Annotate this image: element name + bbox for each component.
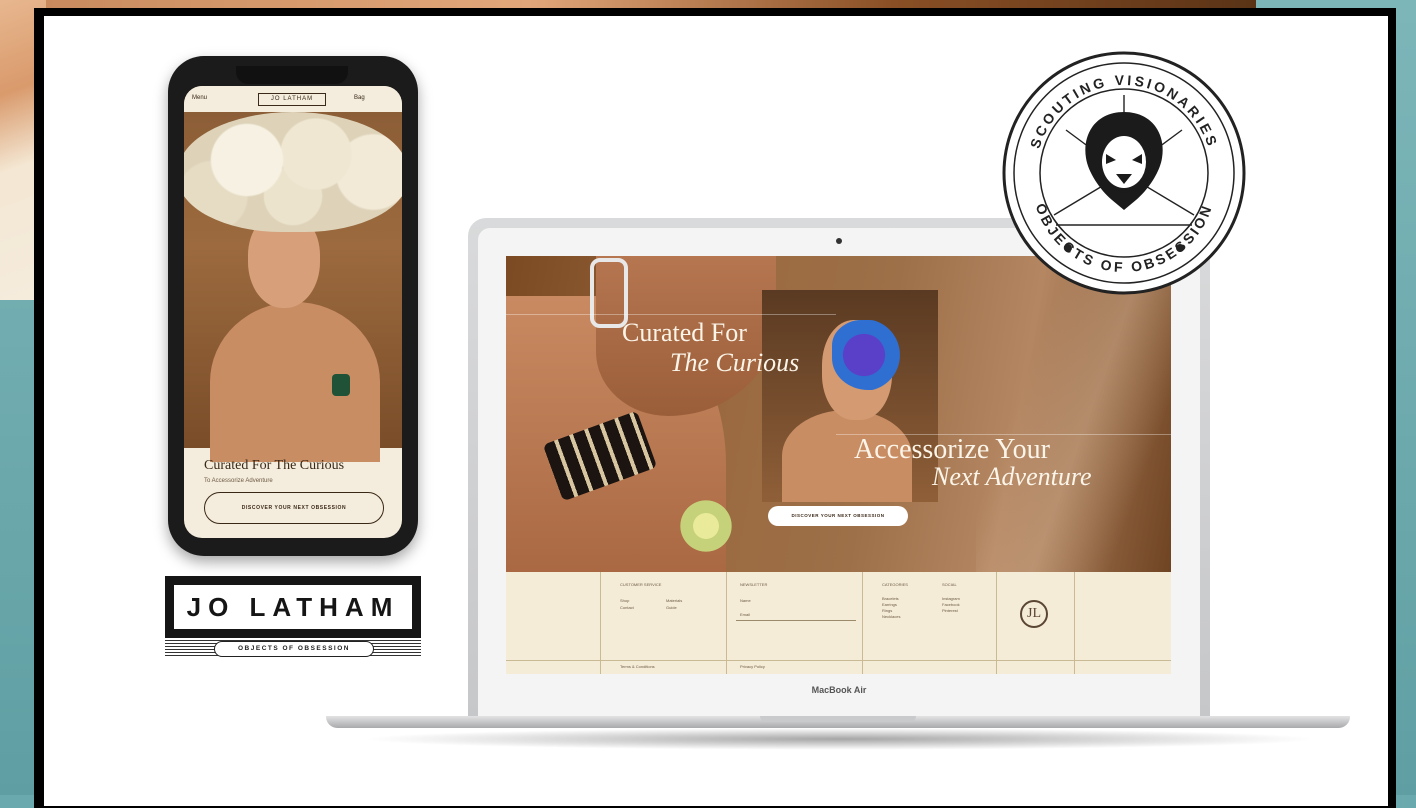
brand-logo-inner: JO LATHAM	[174, 585, 412, 629]
hero-inset-photo	[762, 290, 938, 502]
footer-link[interactable]: Earrings	[882, 602, 897, 607]
footer-terms-link[interactable]: Terms & Conditions	[620, 664, 655, 669]
light-beam	[976, 256, 1171, 572]
brand-logo: JO LATHAM	[165, 576, 421, 638]
footer-link[interactable]: Contact	[620, 605, 634, 610]
phone-title: Curated For The Curious	[204, 458, 345, 473]
footer-link[interactable]: Instagram	[942, 596, 960, 601]
hero-headline-1-italic: The Curious	[670, 348, 800, 377]
hero-cta-button[interactable]: DISCOVER YOUR NEXT OBSESSION	[768, 506, 908, 526]
phone-subtitle: To Accessorize Adventure	[204, 478, 273, 484]
newsletter-label: Name	[740, 598, 751, 603]
seal-dot	[1064, 244, 1072, 252]
hero-headline-1: Curated For	[622, 318, 747, 347]
model-shoulders	[210, 302, 380, 462]
phone-menu-link[interactable]: Menu	[192, 95, 207, 101]
footer-col4-heading: SOCIAL	[942, 582, 957, 587]
phone-notch	[236, 66, 348, 84]
footer-link[interactable]: Pinterest	[942, 608, 958, 613]
footer-link[interactable]: Necklaces	[882, 614, 900, 619]
hero-banner: Curated For The Curious Accessorize Your…	[506, 256, 1171, 576]
laptop-notch	[760, 716, 916, 722]
inset-blue-flower	[832, 320, 912, 390]
phone-cta-button[interactable]: DISCOVER YOUR NEXT OBSESSION	[204, 492, 384, 524]
phone-logo[interactable]: JO LATHAM	[258, 93, 326, 106]
flower-image	[676, 496, 736, 556]
laptop-screen: Curated For The Curious Accessorize Your…	[506, 256, 1171, 674]
footer-col2-heading: NEWSLETTER	[740, 582, 768, 587]
footer-link[interactable]: Rings	[882, 608, 892, 613]
phone-hero-image	[184, 112, 402, 462]
hero-rule	[506, 314, 836, 315]
flower-headpiece	[184, 112, 402, 232]
footer-divider	[1074, 572, 1075, 674]
newsletter-email-field[interactable]: Email	[736, 610, 856, 621]
emerald-ring	[332, 374, 350, 396]
phone-caption: Curated For The Curious To Accessorize A…	[204, 458, 388, 538]
footer-link[interactable]: Shop	[620, 598, 629, 603]
hero-headline-2-italic: Next Adventure	[932, 462, 1092, 491]
footer-rule	[506, 660, 1171, 661]
camera-icon	[836, 238, 842, 244]
footer-link[interactable]: Materials	[666, 598, 682, 603]
footer-link[interactable]: Guide	[666, 605, 677, 610]
site-footer: CUSTOMER SERVICE Shop Contact Materials …	[506, 572, 1171, 674]
footer-divider	[862, 572, 863, 674]
brand-tagline: OBJECTS OF OBSESSION	[214, 641, 374, 657]
phone-screen: Menu JO LATHAM Bag Curated For The Curio…	[184, 86, 402, 538]
scouting-visionaries-seal: SCOUTING VISIONARIES OBJECTS OF OBSESSIO…	[1002, 51, 1246, 295]
newsletter-placeholder: Email	[740, 612, 751, 617]
laptop-shadow	[360, 728, 1320, 750]
laptop-model-label: MacBook Air	[811, 685, 867, 695]
footer-col1-heading: CUSTOMER SERVICE	[620, 582, 662, 587]
footer-monogram-logo[interactable]: JL	[1020, 600, 1048, 628]
footer-divider	[600, 572, 601, 674]
footer-link[interactable]: Facebook	[942, 602, 960, 607]
phone-nav-bar: Menu JO LATHAM Bag	[184, 86, 402, 113]
footer-col3-heading: CATEGORIES	[882, 582, 908, 587]
footer-link[interactable]: Bracelets	[882, 596, 899, 601]
footer-divider	[996, 572, 997, 674]
brand-name: JO LATHAM	[186, 592, 400, 622]
phone-bag-link[interactable]: Bag	[354, 95, 365, 101]
seal-dot	[1176, 244, 1184, 252]
footer-privacy-link[interactable]: Privacy Policy	[740, 664, 765, 669]
footer-divider	[726, 572, 727, 674]
